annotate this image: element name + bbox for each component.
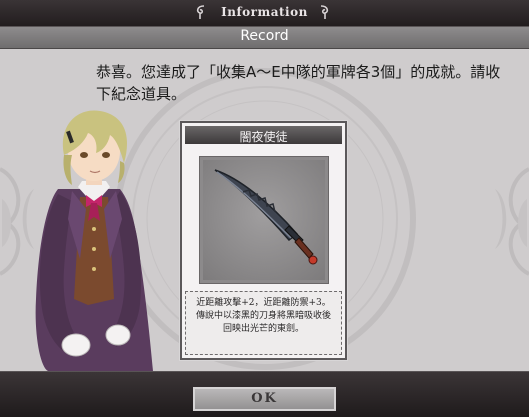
header-bar: Information (0, 0, 529, 27)
achievement-message: 恭喜。您達成了「收集A～E中隊的軍牌各3個」的成就。請收下紀念道具。 (96, 63, 501, 103)
reward-item-card: 闇夜使徒 近距離攻擊+2，近距離防禦+3。傳說中以漆黑的刀身將黑暗吸收後回映出光… (180, 121, 347, 360)
ok-button[interactable]: OK (193, 387, 336, 411)
right-flourish-icon (320, 5, 329, 19)
item-description-box: 近距離攻擊+2，近距離防禦+3。傳說中以漆黑的刀身將黑暗吸收後回映出光芒的東劍。 (185, 291, 342, 355)
main-panel: 恭喜。您達成了「收集A～E中隊的軍牌各3個」的成就。請收下紀念道具。 闇夜使徒 … (0, 49, 529, 371)
record-label: Record (240, 28, 289, 44)
window-title: Information (221, 5, 308, 19)
sword-icon (214, 169, 318, 265)
footer-bar: OK (0, 371, 529, 417)
record-bar: Record (0, 27, 529, 49)
item-image-frame (199, 156, 329, 284)
item-name-bar: 闇夜使徒 (185, 126, 342, 144)
ok-button-label: OK (251, 391, 278, 406)
character-portrait (35, 110, 154, 371)
item-image (203, 160, 325, 280)
item-description: 近距離攻擊+2，近距離防禦+3。傳說中以漆黑的刀身將黑暗吸收後回映出光芒的東劍。 (195, 298, 331, 334)
item-name: 闇夜使徒 (239, 130, 288, 144)
